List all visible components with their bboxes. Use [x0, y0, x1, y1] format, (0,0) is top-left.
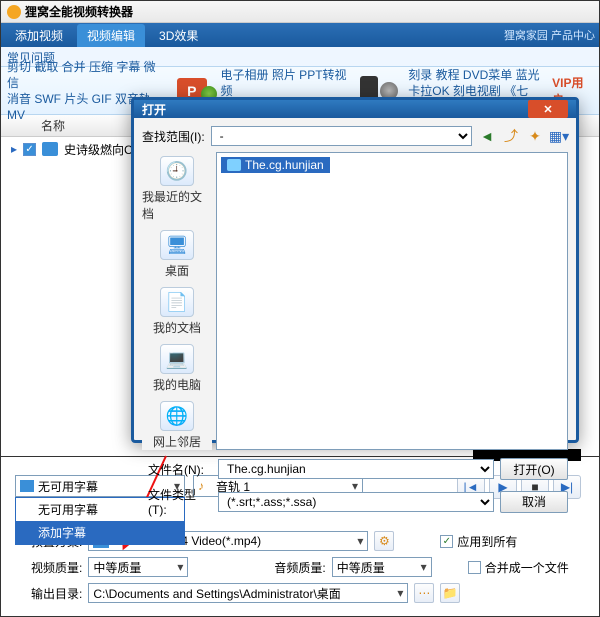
video-quality-label: 视频质量: [31, 559, 82, 576]
place-network-label: 网上邻居 [153, 433, 201, 450]
filename-input[interactable]: The.cg.hunjian [218, 459, 494, 479]
tab-add-video[interactable]: 添加视频 [5, 24, 73, 47]
place-mycomputer[interactable]: 💻我的电脑 [153, 344, 201, 393]
toolgroup-album-line1[interactable]: 电子相册 照片 PPT转视频 [221, 67, 351, 99]
main-tabs: 添加视频 视频编辑 3D效果 狸窝家园 产品中心 [1, 23, 599, 47]
place-desktop[interactable]: 🖥桌面 [160, 230, 194, 279]
file-list[interactable]: The.cg.hunjian [216, 152, 568, 450]
merge-label: 合并成一个文件 [485, 559, 569, 576]
preset-settings-button[interactable]: ⚙ [374, 531, 394, 551]
toolgroup-edit-line1[interactable]: 剪切 截取 合并 压缩 字幕 微信 [7, 59, 163, 91]
lookin-label: 查找范围(I): [142, 128, 205, 145]
filename-label: 文件名(N): [142, 461, 212, 478]
apply-all-label: 应用到所有 [457, 533, 517, 550]
place-network[interactable]: 🌐网上邻居 [153, 401, 201, 450]
place-mydocs[interactable]: 📄我的文档 [153, 287, 201, 336]
dialog-title: 打开 [142, 101, 166, 118]
window-titlebar: 狸窝全能视频转换器 [1, 1, 599, 23]
row-toggle-icon[interactable]: ▸ [11, 142, 17, 156]
lookin-select[interactable]: - [211, 126, 472, 146]
output-dir-label: 输出目录: [31, 585, 82, 602]
open-dialog: 打开 ✕ 查找范围(I): - ◄ ⤴ ✦ ▦▾ 🕘我最近的文档 🖥桌面 📄我的… [131, 97, 579, 443]
audio-quality-label: 音频质量: [274, 559, 325, 576]
dialog-close-button[interactable]: ✕ [528, 100, 568, 118]
cancel-button[interactable]: 取消 [500, 491, 568, 513]
chevron-down-icon: ▾ [397, 586, 403, 600]
nav-view-icon[interactable]: ▦▾ [550, 127, 568, 145]
place-mycomputer-label: 我的电脑 [153, 376, 201, 393]
open-button[interactable]: 打开(O) [500, 458, 568, 480]
place-mydocs-label: 我的文档 [153, 319, 201, 336]
window-title: 狸窝全能视频转换器 [25, 3, 133, 20]
subtitle-icon [20, 480, 34, 492]
row-checkbox[interactable]: ✓ [23, 143, 36, 156]
video-file-icon [42, 142, 58, 156]
apply-all-checkbox[interactable]: ✓ [440, 535, 453, 548]
filetype-select[interactable]: (*.srt;*.ass;*.ssa) [218, 492, 494, 512]
tab-video-edit[interactable]: 视频编辑 [77, 24, 145, 47]
place-desktop-label: 桌面 [165, 262, 189, 279]
file-list-item-selected[interactable]: The.cg.hunjian [221, 157, 330, 173]
open-output-button[interactable]: 📁 [440, 583, 460, 603]
dialog-titlebar: 打开 ✕ [134, 100, 576, 118]
chevron-down-icon: ▾ [177, 560, 183, 574]
audio-quality-combo[interactable]: 中等质量 ▾ [332, 557, 432, 577]
tab-3d[interactable]: 3D效果 [149, 24, 208, 47]
top-links[interactable]: 狸窝家园 产品中心 [504, 27, 595, 43]
nav-up-icon[interactable]: ⤴ [502, 127, 520, 145]
places-bar: 🕘我最近的文档 🖥桌面 📄我的文档 💻我的电脑 🌐网上邻居 [142, 152, 212, 450]
subtitle-file-icon [227, 159, 241, 171]
chevron-down-icon: ▾ [357, 534, 363, 548]
merge-checkbox[interactable] [468, 561, 481, 574]
subtitle-combo-value: 无可用字幕 [38, 478, 98, 495]
output-dir-input[interactable]: C:\Documents and Settings\Administrator\… [88, 583, 408, 603]
lookin-row: 查找范围(I): - ◄ ⤴ ✦ ▦▾ [142, 126, 568, 146]
audio-quality-value: 中等质量 [337, 559, 385, 576]
file-list-item-name: The.cg.hunjian [245, 158, 324, 172]
place-recent[interactable]: 🕘我最近的文档 [142, 156, 212, 222]
video-quality-combo[interactable]: 中等质量 ▾ [88, 557, 188, 577]
output-dir-value: C:\Documents and Settings\Administrator\… [93, 585, 340, 602]
nav-back-icon[interactable]: ◄ [478, 127, 496, 145]
place-recent-label: 我最近的文档 [142, 188, 212, 222]
browse-output-button[interactable]: ⋯ [414, 583, 434, 603]
chevron-down-icon: ▾ [421, 560, 427, 574]
nav-newfolder-icon[interactable]: ✦ [526, 127, 544, 145]
video-quality-value: 中等质量 [93, 559, 141, 576]
filetype-label: 文件类型(T): [142, 486, 212, 517]
toolgroup-burn-line1[interactable]: 刻录 教程 DVD菜单 蓝光 [408, 67, 544, 83]
app-logo-icon [7, 5, 21, 19]
col-name: 名称 [41, 117, 65, 134]
